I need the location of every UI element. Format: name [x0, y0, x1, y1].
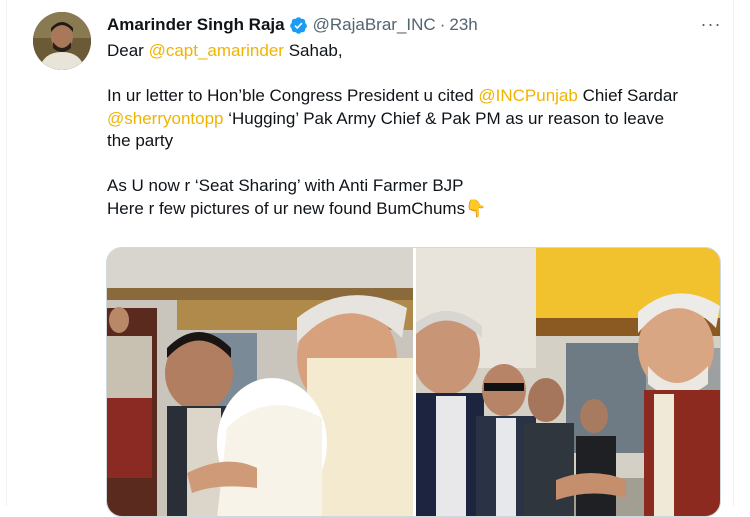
text-line: Here r few pictures of ur new found BumC…: [107, 198, 727, 221]
media-grid: [106, 247, 721, 517]
mention-link[interactable]: @INCPunjab: [478, 86, 577, 105]
text-fragment: In ur letter to Hon’ble Congress Preside…: [107, 86, 479, 105]
tweet-card[interactable]: Amarinder Singh Raja @RajaBrar_INC · 23h…: [6, 0, 734, 517]
more-options-icon[interactable]: ···: [697, 14, 725, 34]
mention-link[interactable]: @capt_amarinder: [149, 41, 284, 60]
media-photo-2[interactable]: [416, 248, 720, 516]
text-line: @sherryontopp ‘Hugging’ Pak Army Chief &…: [107, 108, 727, 131]
text-line: As U now r ‘Seat Sharing’ with Anti Farm…: [107, 176, 464, 195]
tweet-header: Amarinder Singh Raja @RajaBrar_INC · 23h: [107, 12, 478, 38]
text-fragment: ‘Hugging’ Pak Army Chief & Pak PM as ur …: [223, 108, 665, 128]
text-fragment: Dear: [107, 41, 149, 60]
text-fragment: Chief Sardar: [577, 86, 679, 105]
tweet-text: Dear @capt_amarinder Sahab, In ur letter…: [107, 40, 727, 220]
timestamp[interactable]: 23h: [449, 15, 477, 35]
avatar[interactable]: [33, 12, 91, 70]
mention-link[interactable]: @sherryontopp: [107, 109, 224, 128]
media-photo-1[interactable]: [107, 248, 413, 516]
verified-badge-icon: [289, 16, 308, 35]
text-line: In ur letter to Hon’ble Congress Preside…: [107, 85, 727, 108]
pointing-down-emoji: 👇: [465, 198, 487, 218]
text-fragment: Sahab,: [283, 41, 343, 60]
display-name[interactable]: Amarinder Singh Raja: [107, 15, 285, 35]
separator-dot: ·: [439, 15, 446, 34]
text-line: Dear @capt_amarinder Sahab,: [107, 40, 727, 63]
text-fragment: Here r few pictures of ur new found BumC…: [107, 198, 466, 218]
text-line: the party: [107, 131, 174, 150]
user-handle[interactable]: @RajaBrar_INC: [313, 15, 436, 35]
